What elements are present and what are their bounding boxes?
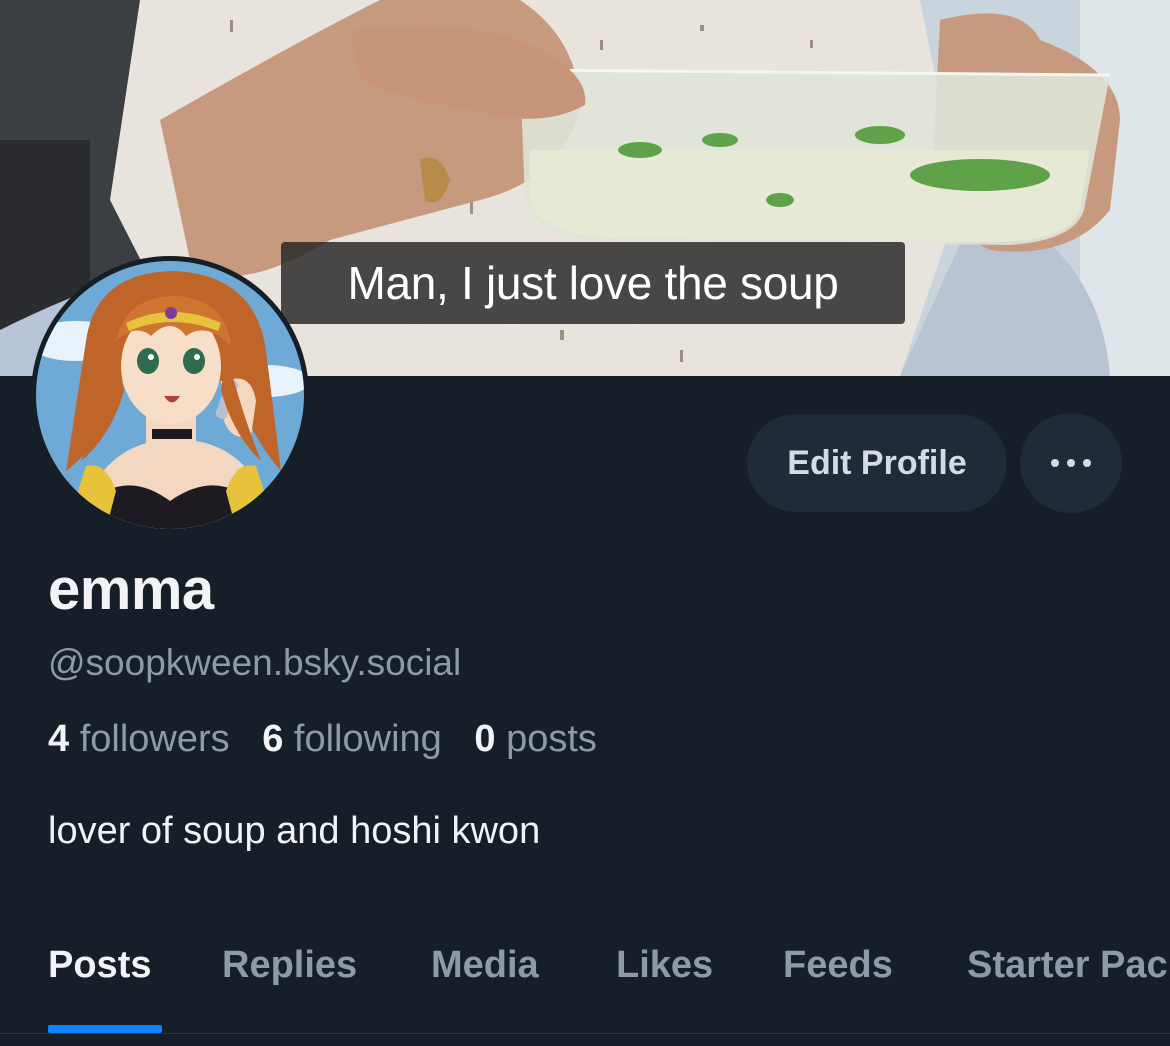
display-name: emma [48,557,214,622]
followers-link[interactable]: 4 followers [48,718,230,760]
tab-replies[interactable]: Replies [222,944,357,987]
edit-profile-button[interactable]: Edit Profile [747,414,1007,512]
followers-count: 4 [48,718,70,760]
profile-stats: 4 followers 6 following 0 posts [48,718,619,761]
tabs-divider [0,1033,1170,1034]
following-count: 6 [262,718,284,760]
profile-bio: lover of soup and hoshi kwon [48,810,541,852]
followers-label: followers [79,718,230,760]
avatar[interactable] [31,256,309,534]
subtitle-caption: Man, I just love the soup [281,242,905,324]
avatar-image [36,261,304,529]
more-options-button[interactable] [1020,413,1122,513]
tab-likes[interactable]: Likes [616,944,713,987]
tab-feeds[interactable]: Feeds [783,944,893,987]
ellipsis-icon [1051,459,1059,467]
tab-media[interactable]: Media [431,944,539,987]
posts-label: posts [506,718,597,760]
posts-stat: 0 posts [474,718,597,760]
tab-posts[interactable]: Posts [48,944,151,987]
ellipsis-icon [1067,459,1075,467]
tab-starter-packs[interactable]: Starter Packs [967,944,1170,987]
profile-tabs: Posts Replies Media Likes Feeds Starter … [0,930,1170,1034]
following-link[interactable]: 6 following [262,718,442,760]
subtitle-text: Man, I just love the soup [347,257,839,309]
active-tab-indicator [48,1025,162,1033]
posts-count: 0 [474,718,496,760]
following-label: following [293,718,442,760]
profile-handle: @soopkween.bsky.social [48,642,462,683]
ellipsis-icon [1083,459,1091,467]
